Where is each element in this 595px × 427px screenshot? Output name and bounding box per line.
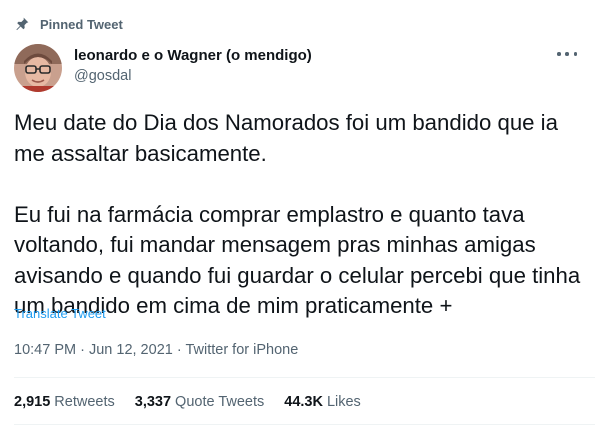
tweet-time[interactable]: 10:47 PM <box>14 342 76 358</box>
likes-count: 44.3K <box>284 394 323 410</box>
likes-stat[interactable]: 44.3K Likes <box>284 394 361 410</box>
more-dot <box>573 52 577 56</box>
retweets-label: Retweets <box>54 394 115 410</box>
avatar[interactable] <box>14 44 62 92</box>
divider <box>14 424 595 425</box>
retweets-count: 2,915 <box>14 394 51 410</box>
more-options-icon[interactable] <box>557 48 577 60</box>
pin-icon <box>16 17 29 31</box>
quote-tweets-stat[interactable]: 3,337 Quote Tweets <box>135 394 265 410</box>
divider <box>14 377 595 378</box>
tweet-stats: 2,915 Retweets 3,337 Quote Tweets 44.3K Lik… <box>14 394 381 410</box>
pinned-label: Pinned Tweet <box>40 16 123 32</box>
tweet-source[interactable]: Twitter for iPhone <box>185 342 298 358</box>
meta-separator: · <box>172 342 186 358</box>
meta-separator: · <box>76 342 89 358</box>
tweet-paragraph: Eu fui na farmácia comprar emplastro e q… <box>14 201 581 319</box>
tweet-date[interactable]: Jun 12, 2021 <box>89 342 173 358</box>
more-dot <box>565 52 569 56</box>
pinned-tweet-indicator: Pinned Tweet <box>14 14 123 34</box>
quote-tweets-count: 3,337 <box>134 394 172 410</box>
tweet-meta: 10:47 PM · Jun 12, 2021 · Twitter for iP… <box>14 342 298 358</box>
author-handle[interactable]: @gosdal <box>74 68 131 84</box>
retweets-stat[interactable]: 2,915 Retweets <box>14 394 115 410</box>
quote-tweets-label: Quote Tweets <box>175 394 265 410</box>
author-display-name[interactable]: leonardo e o Wagner (o mendigo) <box>74 47 312 64</box>
avatar-image <box>14 44 62 92</box>
more-dot <box>557 52 561 56</box>
translate-tweet-link[interactable]: Translate Tweet <box>14 306 106 321</box>
likes-label: Likes <box>326 394 361 410</box>
tweet-text: Meu date do Dia dos Namorados foi um ban… <box>14 108 584 322</box>
tweet-paragraph: Meu date do Dia dos Namorados foi um ban… <box>14 110 558 166</box>
